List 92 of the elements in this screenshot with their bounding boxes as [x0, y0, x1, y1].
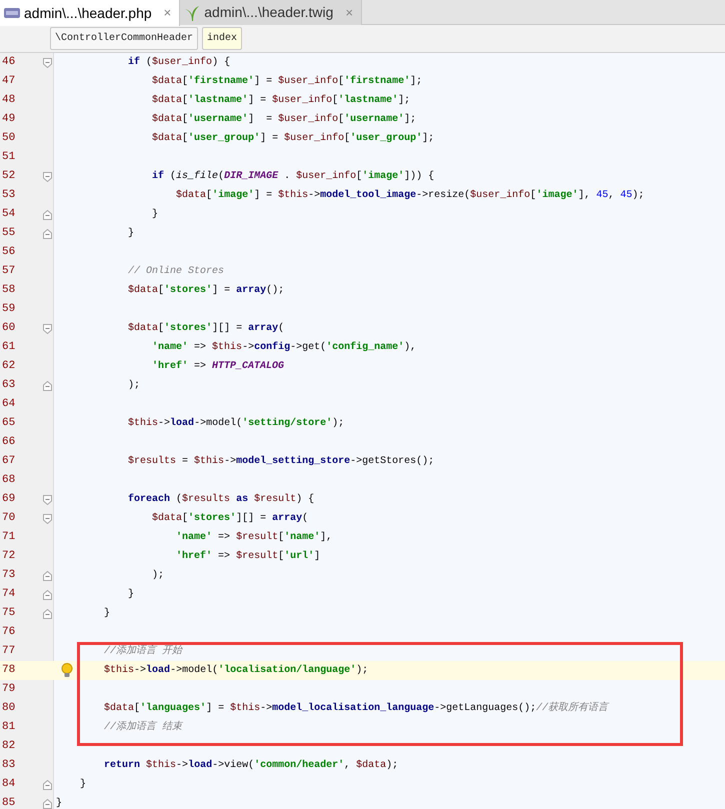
code-line: // Online Stores — [128, 264, 224, 279]
fold-marker-icon[interactable] — [42, 780, 52, 790]
fold-marker-icon[interactable] — [42, 228, 52, 238]
breadcrumb-item[interactable]: index — [202, 27, 242, 50]
line-number: 69 — [2, 493, 16, 505]
code-line: } — [152, 208, 158, 222]
code-line: $data['username'] = $user_info['username']; — [152, 112, 416, 127]
fold-marker-icon[interactable] — [42, 324, 52, 334]
file-icon — [4, 7, 20, 19]
fold-marker-icon[interactable] — [42, 570, 52, 580]
line-number: 64 — [2, 398, 16, 410]
fold-marker-icon[interactable] — [42, 380, 52, 390]
line-number: 62 — [2, 360, 16, 372]
fold-marker-icon[interactable] — [42, 172, 52, 182]
code-line: $results = $this->model_setting_store->getStores(); — [128, 454, 434, 469]
line-number: 84 — [2, 778, 16, 790]
line-number: 47 — [2, 75, 16, 87]
line-number: 58 — [2, 284, 16, 296]
line-number: 68 — [2, 474, 16, 486]
file-tab[interactable]: admin\...\header.php × — [0, 0, 180, 26]
line-number: 52 — [2, 170, 16, 182]
close-button[interactable]: × — [164, 3, 172, 23]
code-line: $data['stores'] = array(); — [128, 284, 284, 298]
line-number: 56 — [2, 246, 16, 258]
line-number: 57 — [2, 265, 16, 277]
line-number: 78 — [2, 664, 16, 676]
line-number: 74 — [2, 588, 16, 600]
code-line: 'href' => $result['url'] — [176, 550, 320, 564]
code-line: 'name' => $this->config->get('config_name'), — [152, 340, 416, 355]
code-line: $data['firstname'] = $user_info['firstname']; — [152, 74, 422, 89]
code-line: 'href' => HTTP_CATALOG — [152, 360, 284, 374]
line-number: 49 — [2, 113, 16, 125]
fold-marker-icon[interactable] — [42, 514, 52, 524]
file-tab[interactable]: admin\...\header.twig × — [180, 0, 362, 25]
code-line: if (is_file(DIR_IMAGE . $user_info['image'])) { — [152, 170, 434, 184]
fold-marker-icon[interactable] — [42, 58, 52, 68]
code-line: } — [56, 796, 62, 809]
code-line: } — [104, 606, 110, 621]
line-number: 59 — [2, 303, 16, 315]
line-number: 75 — [2, 607, 16, 619]
line-number: 85 — [2, 797, 16, 809]
code-line: $this->load->model('localisation/language'); — [104, 664, 368, 678]
code-line: $data['user_group'] = $user_info['user_group']; — [152, 132, 434, 146]
line-number: 77 — [2, 645, 16, 657]
code-line: ); — [152, 568, 164, 583]
breadcrumb-item[interactable]: \ControllerCommonHeader — [50, 27, 198, 50]
line-number: 71 — [2, 531, 16, 543]
code-line: } — [80, 778, 86, 792]
line-number: 83 — [2, 759, 16, 771]
line-number: 67 — [2, 455, 16, 467]
sprout-icon — [184, 4, 200, 20]
line-number: 53 — [2, 189, 16, 201]
line-number: 79 — [2, 683, 16, 695]
fold-marker-icon[interactable] — [42, 494, 52, 504]
line-number: 65 — [2, 417, 16, 429]
line-number: 82 — [2, 740, 16, 752]
line-number: 51 — [2, 151, 16, 163]
line-number: 76 — [2, 626, 16, 638]
line-number: 63 — [2, 379, 16, 391]
code-line: foreach ($results as $result) { — [128, 492, 314, 507]
line-number: 80 — [2, 702, 16, 714]
fold-marker-icon[interactable] — [42, 798, 52, 808]
code-line: ); — [128, 378, 140, 393]
code-line: $data['image'] = $this->model_tool_image->resize($user_info['image'], 45, 45); — [176, 188, 644, 203]
code-line: $data['lastname'] = $user_info['lastname']; — [152, 94, 410, 108]
fold-marker-icon[interactable] — [42, 608, 52, 618]
line-number: 46 — [2, 56, 16, 68]
line-number: 70 — [2, 512, 16, 524]
code-line: $data['languages'] = $this->model_localisation_language->getLanguages();//获取所有语言 — [104, 700, 608, 716]
line-number: 54 — [2, 208, 16, 220]
line-number: 60 — [2, 322, 16, 334]
line-number: 48 — [2, 94, 16, 106]
line-number: 61 — [2, 341, 16, 353]
code-line: $data['stores'][] = array( — [128, 322, 284, 336]
code-line: } — [128, 226, 134, 241]
fold-marker-icon[interactable] — [42, 590, 52, 600]
line-number: 50 — [2, 132, 16, 144]
code-line: 'name' => $result['name'], — [176, 530, 332, 545]
fold-marker-icon[interactable] — [42, 210, 52, 220]
code-line: //添加语言 开始 — [104, 644, 182, 659]
line-number: 81 — [2, 721, 16, 733]
lightbulb-icon[interactable] — [61, 663, 73, 678]
code-line: $this->load->model('setting/store'); — [128, 416, 344, 431]
line-number: 55 — [2, 227, 16, 239]
line-number: 72 — [2, 550, 16, 562]
code-line: //添加语言 结束 — [104, 720, 182, 735]
code-line: $data['stores'][] = array( — [152, 512, 308, 526]
line-number: 73 — [2, 569, 16, 581]
line-number: 66 — [2, 436, 16, 448]
code-line: if ($user_info) { — [128, 56, 230, 70]
code-line: return $this->load->view('common/header', $data); — [104, 758, 398, 773]
code-line: } — [128, 588, 134, 602]
